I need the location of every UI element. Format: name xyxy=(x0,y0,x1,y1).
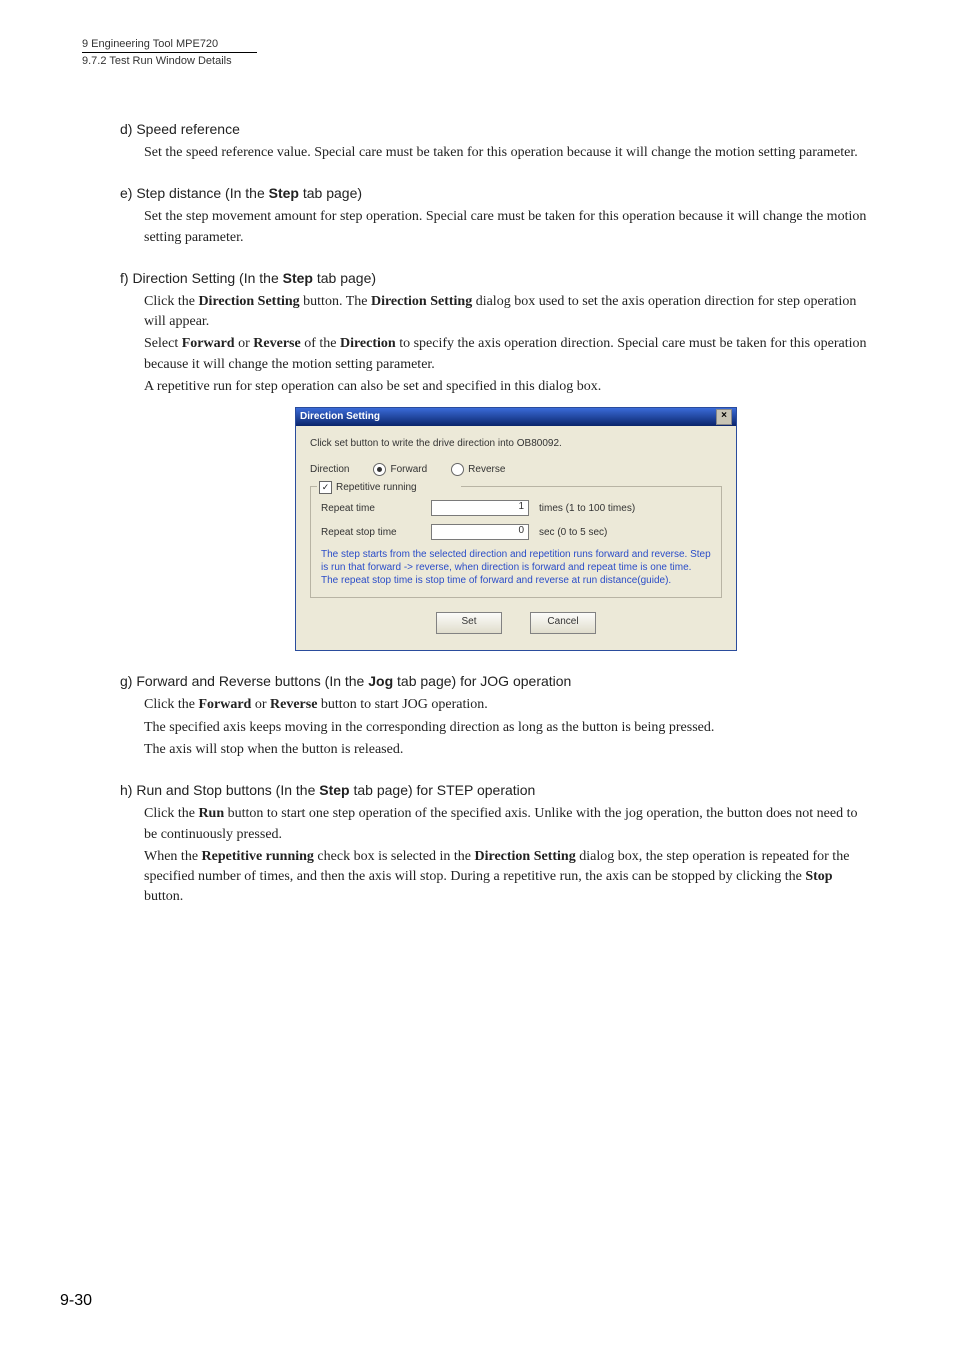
body-g: Click the Forward or Reverse button to s… xyxy=(144,695,872,760)
unit: sec (0 to 5 sec) xyxy=(539,527,607,538)
dialog-instruction: Click set button to write the drive dire… xyxy=(310,438,722,449)
page-header: 9 Engineering Tool MPE720 9.7.2 Test Run… xyxy=(0,0,954,69)
text: Click the Run button to start one step o… xyxy=(144,804,872,845)
t: Click the xyxy=(144,806,198,821)
unit: times (1 to 100 times) xyxy=(539,503,635,514)
text-bold: Step xyxy=(283,270,313,286)
radio-icon xyxy=(373,463,386,476)
text: h) Run and Stop buttons (In the xyxy=(120,782,319,798)
t: Repetitive running xyxy=(202,849,314,864)
t: button to start JOG operation. xyxy=(317,697,487,712)
t: or xyxy=(235,336,254,351)
t: Stop xyxy=(805,869,832,884)
heading-h: h) Run and Stop buttons (In the Step tab… xyxy=(120,782,872,798)
header-section: 9.7.2 Test Run Window Details xyxy=(82,52,257,67)
repeat-stop-row: Repeat stop time 0 sec (0 to 5 sec) xyxy=(321,524,711,540)
direction-label: Direction xyxy=(310,464,349,475)
repetitive-check[interactable]: Repetitive running xyxy=(317,481,461,494)
t: Click the xyxy=(144,697,198,712)
t: button. The xyxy=(300,294,371,309)
dialog-title: Direction Setting xyxy=(300,408,380,426)
header-chapter: 9 Engineering Tool MPE720 xyxy=(82,38,954,50)
t: Forward xyxy=(182,336,235,351)
cancel-button[interactable]: Cancel xyxy=(530,612,596,634)
t: Select xyxy=(144,336,182,351)
radio-icon xyxy=(451,463,464,476)
reverse-radio[interactable]: Reverse xyxy=(451,463,505,476)
radio-label: Forward xyxy=(390,464,427,475)
repeat-time-input[interactable]: 1 xyxy=(431,500,529,516)
t: Reverse xyxy=(270,697,317,712)
dialog-buttons: Set Cancel xyxy=(310,602,722,640)
heading-g: g) Forward and Reverse buttons (In the J… xyxy=(120,673,872,689)
text: tab page) for STEP operation xyxy=(350,782,536,798)
heading-f: f) Direction Setting (In the Step tab pa… xyxy=(120,270,872,286)
direction-setting-dialog: Direction Setting × Click set button to … xyxy=(295,407,737,651)
repeat-time-row: Repeat time 1 times (1 to 100 times) xyxy=(321,500,711,516)
set-button[interactable]: Set xyxy=(436,612,502,634)
text: The axis will stop when the button is re… xyxy=(144,740,872,760)
body-e: Set the step movement amount for step op… xyxy=(144,207,872,248)
t: Direction xyxy=(340,336,396,351)
heading-e: e) Step distance (In the Step tab page) xyxy=(120,185,872,201)
text: The specified axis keeps moving in the c… xyxy=(144,718,872,738)
forward-radio[interactable]: Forward xyxy=(373,463,427,476)
t: Run xyxy=(198,806,224,821)
text-bold: Step xyxy=(269,185,299,201)
text: tab page) xyxy=(313,270,376,286)
t: When the xyxy=(144,849,202,864)
dialog-titlebar: Direction Setting × xyxy=(296,408,736,426)
text: Click the Direction Setting button. The … xyxy=(144,292,872,333)
text: When the Repetitive running check box is… xyxy=(144,847,872,908)
text-bold: Jog xyxy=(368,673,393,689)
direction-row: Direction Forward Reverse xyxy=(310,463,722,476)
check-label: Repetitive running xyxy=(336,482,417,493)
fieldset-note: The step starts from the selected direct… xyxy=(321,548,711,587)
text: Set the step movement amount for step op… xyxy=(144,207,872,248)
t: button. xyxy=(144,889,183,904)
body-h: Click the Run button to start one step o… xyxy=(144,804,872,907)
t: check box is selected in the xyxy=(314,849,475,864)
checkbox-icon xyxy=(319,481,332,494)
text: tab page) xyxy=(299,185,362,201)
t: button to start one step operation of th… xyxy=(144,806,858,841)
text: e) Step distance (In the xyxy=(120,185,269,201)
radio-label: Reverse xyxy=(468,464,505,475)
t: or xyxy=(251,697,270,712)
text: Click the Forward or Reverse button to s… xyxy=(144,695,872,715)
t: Forward xyxy=(198,697,251,712)
body-f: Click the Direction Setting button. The … xyxy=(144,292,872,397)
text: f) Direction Setting (In the xyxy=(120,270,283,286)
t: Click the xyxy=(144,294,198,309)
close-icon[interactable]: × xyxy=(716,409,732,425)
t: Reverse xyxy=(253,336,300,351)
t: Direction Setting xyxy=(474,849,575,864)
t: of the xyxy=(301,336,340,351)
text: Set the speed reference value. Special c… xyxy=(144,143,872,163)
label: Repeat stop time xyxy=(321,527,431,538)
heading-d: d) Speed reference xyxy=(120,121,872,137)
page-number: 9-30 xyxy=(60,1292,92,1310)
text-bold: Step xyxy=(319,782,349,798)
repeat-stop-input[interactable]: 0 xyxy=(431,524,529,540)
text: Select Forward or Reverse of the Directi… xyxy=(144,334,872,375)
label: Repeat time xyxy=(321,503,431,514)
text: tab page) for JOG operation xyxy=(393,673,571,689)
repetitive-fieldset: Repetitive running Repeat time 1 times (… xyxy=(310,486,722,598)
t: Direction Setting xyxy=(371,294,472,309)
body-d: Set the speed reference value. Special c… xyxy=(144,143,872,163)
text: A repetitive run for step operation can … xyxy=(144,377,872,397)
text: g) Forward and Reverse buttons (In the xyxy=(120,673,368,689)
t: Direction Setting xyxy=(198,294,299,309)
